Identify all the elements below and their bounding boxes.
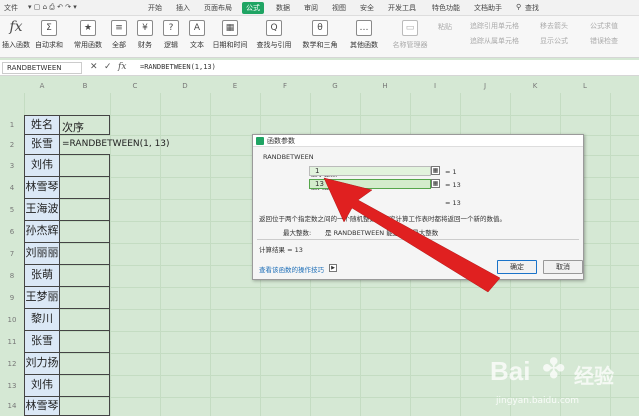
arrow-shape — [323, 177, 501, 293]
paw-icon: ✤ — [542, 352, 566, 385]
watermark-url: jingyan.baidu.com — [496, 396, 580, 406]
watermark-brand2: 经验 — [574, 364, 614, 388]
baidu-watermark: Bai ✤ 经验 jingyan.baidu.com — [490, 350, 630, 410]
watermark-brand: Bai — [490, 356, 531, 386]
